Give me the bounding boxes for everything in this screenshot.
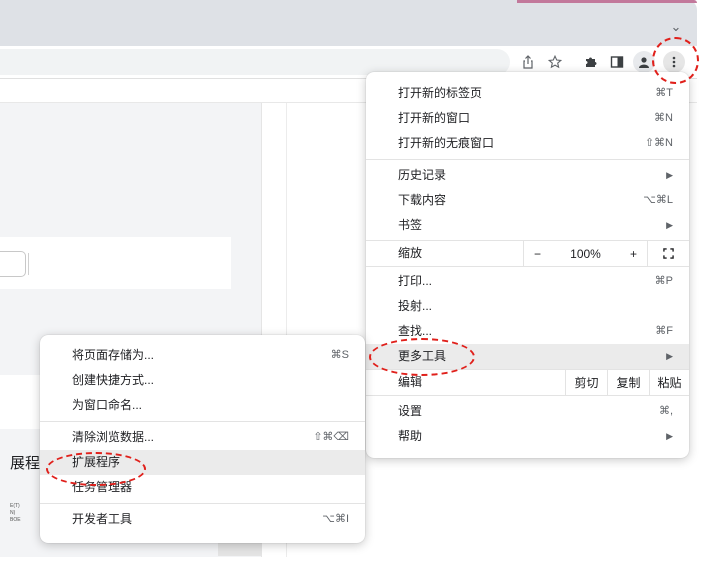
cut-button[interactable]: 剪切	[565, 370, 607, 395]
zoom-out-button[interactable]: −	[534, 247, 541, 261]
menu-item-shortcut: ⌘T	[655, 87, 673, 99]
menu-item-label: 书签	[398, 218, 423, 232]
menu-item-new-tab[interactable]: 打开新的标签页 ⌘T	[366, 81, 689, 106]
zoom-in-button[interactable]: +	[630, 247, 637, 261]
copy-button[interactable]: 复制	[607, 370, 649, 395]
zoom-label: 缩放	[398, 246, 423, 260]
menu-item-task-manager[interactable]: 任务管理器	[40, 475, 365, 500]
search-card	[0, 237, 231, 289]
menu-item-label: 任务管理器	[72, 480, 133, 494]
chevron-right-icon: ▶	[666, 431, 673, 441]
menu-item-new-window[interactable]: 打开新的窗口 ⌘N	[366, 106, 689, 131]
menu-item-extensions[interactable]: 扩展程序	[40, 450, 365, 475]
menu-item-print[interactable]: 打印... ⌘P	[366, 269, 689, 294]
search-input[interactable]	[0, 251, 26, 277]
menu-item-shortcut: ⌥⌘I	[322, 513, 349, 525]
mini-text-line: BOE	[10, 517, 21, 523]
menu-item-label: 帮助	[398, 429, 423, 443]
menu-zoom-row: 缩放 − 100% +	[366, 240, 689, 267]
menu-item-label: 设置	[398, 404, 423, 418]
menu-item-label: 历史记录	[398, 168, 447, 182]
fullscreen-icon[interactable]	[647, 241, 689, 266]
edit-label: 编辑	[398, 375, 423, 389]
chrome-main-menu: 打开新的标签页 ⌘T 打开新的窗口 ⌘N 打开新的无痕窗口 ⇧⌘N 历史记录 ▶…	[366, 72, 689, 458]
tab-strip: ⌄	[0, 0, 697, 46]
tab-search-chevron-icon[interactable]: ⌄	[669, 20, 683, 34]
menu-item-shortcut: ⌥⌘L	[643, 194, 673, 206]
menu-item-find[interactable]: 查找... ⌘F	[366, 319, 689, 344]
menu-item-help[interactable]: 帮助 ▶	[366, 424, 689, 449]
menu-item-label: 查找...	[398, 324, 433, 338]
menu-item-shortcut: ⌘S	[330, 349, 349, 361]
more-tools-submenu: 将页面存储为... ⌘S 创建快捷方式... 为窗口命名... 清除浏览数据..…	[40, 335, 365, 543]
input-divider	[28, 253, 29, 275]
share-icon[interactable]	[517, 51, 539, 73]
extensions-heading-fragment: 展程	[10, 455, 41, 472]
extensions-puzzle-icon[interactable]	[580, 51, 602, 73]
zoom-controls: − 100% +	[523, 241, 647, 266]
menu-item-label: 开发者工具	[72, 512, 133, 526]
more-menu-icon[interactable]	[663, 51, 685, 73]
menu-item-label: 清除浏览数据...	[72, 430, 155, 444]
menu-item-new-incognito[interactable]: 打开新的无痕窗口 ⇧⌘N	[366, 131, 689, 156]
menu-item-shortcut: ⌘P	[654, 275, 673, 287]
menu-separator	[366, 159, 689, 160]
zoom-level: 100%	[570, 246, 601, 261]
menu-item-label: 更多工具	[398, 349, 447, 363]
menu-item-label: 扩展程序	[72, 455, 121, 469]
mini-text-line: N)	[10, 510, 16, 516]
menu-item-dev-tools[interactable]: 开发者工具 ⌥⌘I	[40, 507, 365, 532]
menu-item-shortcut: ⌘,	[658, 405, 673, 417]
menu-item-label: 打开新的窗口	[398, 111, 471, 125]
menu-item-save-page[interactable]: 将页面存储为... ⌘S	[40, 343, 365, 368]
chevron-right-icon: ▶	[666, 220, 673, 230]
menu-item-shortcut: ⌘F	[655, 325, 673, 337]
menu-separator	[40, 421, 365, 422]
left-white-block	[0, 375, 40, 429]
menu-item-label: 为窗口命名...	[72, 398, 143, 412]
window-accent-edge	[517, 0, 697, 3]
menu-item-downloads[interactable]: 下载内容 ⌥⌘L	[366, 188, 689, 213]
menu-separator	[40, 503, 365, 504]
chevron-right-icon: ▶	[666, 170, 673, 180]
menu-item-label: 投射...	[398, 299, 433, 313]
menu-item-label: 打印...	[398, 274, 433, 288]
menu-item-label: 将页面存储为...	[72, 348, 155, 362]
profile-avatar-icon[interactable]	[633, 51, 655, 73]
menu-item-settings[interactable]: 设置 ⌘,	[366, 399, 689, 424]
menu-item-create-shortcut[interactable]: 创建快捷方式...	[40, 368, 365, 393]
menu-item-bookmarks[interactable]: 书签 ▶	[366, 213, 689, 238]
menu-item-more-tools[interactable]: 更多工具 ▶	[366, 344, 689, 369]
mini-text-line: E(T)	[10, 503, 20, 509]
menu-item-name-window[interactable]: 为窗口命名...	[40, 393, 365, 418]
menu-item-label: 创建快捷方式...	[72, 373, 155, 387]
mini-text-fragment: E(T) N) BOE	[10, 503, 21, 524]
menu-item-cast[interactable]: 投射...	[366, 294, 689, 319]
menu-item-shortcut: ⇧⌘N	[644, 137, 673, 149]
paste-button[interactable]: 粘贴	[649, 370, 689, 395]
menu-item-clear-data[interactable]: 清除浏览数据... ⇧⌘⌫	[40, 425, 365, 450]
menu-item-history[interactable]: 历史记录 ▶	[366, 163, 689, 188]
menu-item-shortcut: ⌘N	[654, 112, 673, 124]
chevron-right-icon: ▶	[666, 351, 673, 361]
menu-item-label: 打开新的标签页	[398, 86, 483, 100]
side-panel-icon[interactable]	[606, 51, 628, 73]
menu-edit-row: 编辑 剪切 复制 粘贴	[366, 369, 689, 396]
bookmark-star-icon[interactable]	[544, 51, 566, 73]
menu-item-label: 下载内容	[398, 193, 447, 207]
menu-item-label: 打开新的无痕窗口	[398, 136, 495, 150]
menu-item-shortcut: ⇧⌘⌫	[313, 431, 349, 443]
